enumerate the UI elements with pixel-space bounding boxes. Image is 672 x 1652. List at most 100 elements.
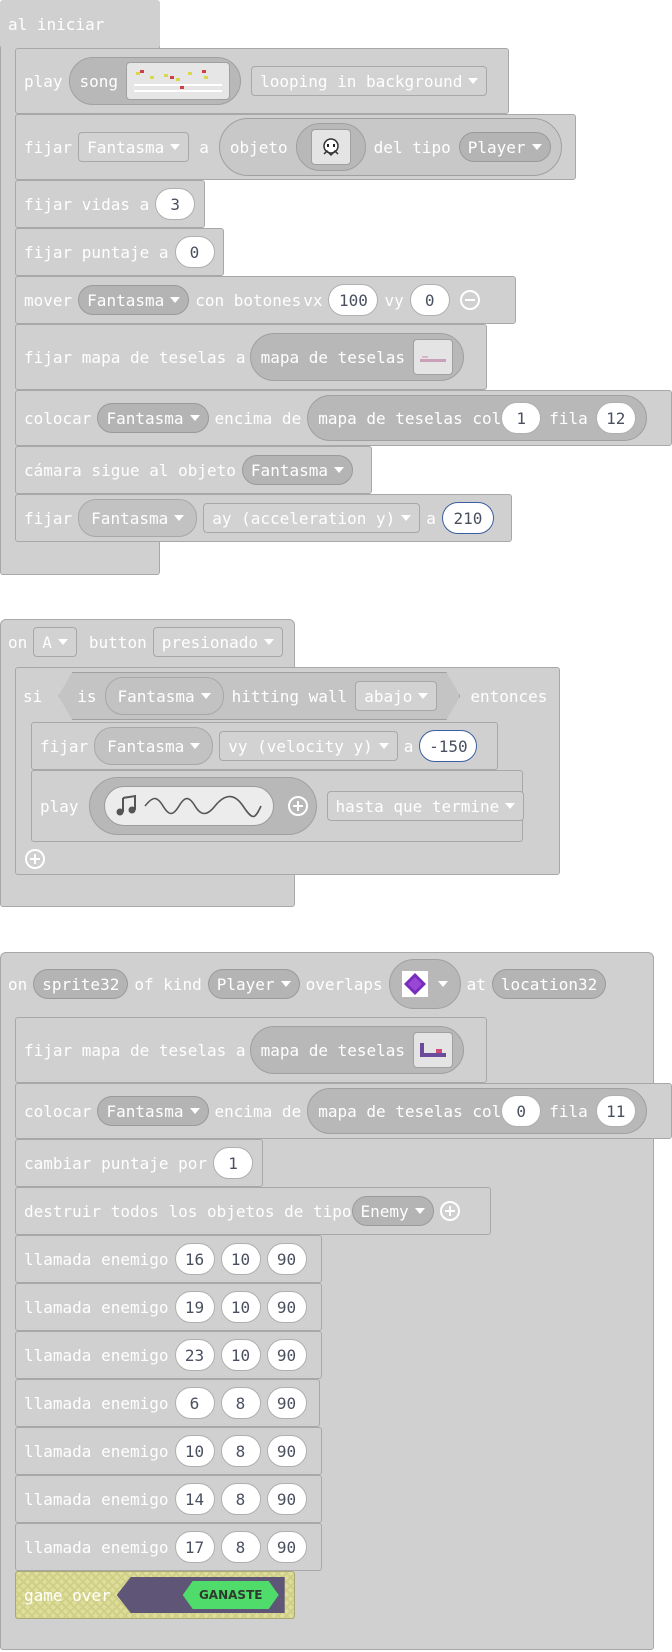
enemy-arg-2[interactable]: 8 xyxy=(220,1483,261,1515)
enemy-arg-2[interactable]: 10 xyxy=(220,1291,261,1323)
row-input[interactable]: 12 xyxy=(595,402,636,434)
camera-follow-block[interactable]: cámara sigue al objeto Fantasma xyxy=(15,446,372,494)
score-change-input[interactable]: 1 xyxy=(213,1147,254,1179)
sound-field[interactable] xyxy=(103,786,274,826)
velocity-property-dropdown[interactable]: vy (velocity y) xyxy=(219,731,398,761)
place-on-tile-block-2[interactable]: colocar Fantasma encima de mapa de tesel… xyxy=(15,1083,672,1139)
wall-direction-dropdown[interactable]: abajo xyxy=(355,681,437,711)
score-input[interactable]: 0 xyxy=(174,236,215,268)
song-thumbnail[interactable] xyxy=(126,62,231,100)
enemy-arg-1[interactable]: 19 xyxy=(174,1291,215,1323)
sprite-image-slot[interactable] xyxy=(295,123,366,171)
enemy-arg-3[interactable]: 90 xyxy=(266,1243,307,1275)
destroy-all-block[interactable]: destruir todos los objetos de tipo Enemy xyxy=(15,1187,491,1235)
set-acceleration-block[interactable]: fijar Fantasma ay (acceleration y) a 210 xyxy=(15,494,512,542)
enemy-arg-1[interactable]: 10 xyxy=(174,1435,215,1467)
enemy-arg-1[interactable]: 17 xyxy=(174,1531,215,1563)
win-banner[interactable]: GANASTE xyxy=(116,1577,285,1613)
overlap-kind-dropdown[interactable]: Player xyxy=(207,969,300,999)
sound-mode-dropdown[interactable]: hasta que termine xyxy=(326,791,525,821)
enemy-arg-2[interactable]: 8 xyxy=(220,1531,261,1563)
accel-property-dropdown[interactable]: ay (acceleration y) xyxy=(203,503,421,533)
sound-mode-value: hasta que termine xyxy=(335,796,500,816)
ghost-sprite-thumbnail[interactable] xyxy=(310,129,351,165)
move-sprite-dropdown[interactable]: Fantasma xyxy=(78,285,190,315)
call-enemy-block[interactable]: llamada enemigo 17 8 90 xyxy=(15,1523,322,1571)
tile-location-reporter[interactable]: mapa de teselas col 0 fila 11 xyxy=(307,1088,647,1134)
accel-sprite-dropdown[interactable]: Fantasma xyxy=(78,499,198,537)
tile-location-reporter[interactable]: mapa de teselas col 1 fila 12 xyxy=(307,395,647,441)
set-score-block[interactable]: fijar puntaje a 0 xyxy=(15,228,224,276)
vy-input[interactable]: 0 xyxy=(409,284,450,316)
col-input[interactable]: 1 xyxy=(501,402,542,434)
variable-dropdown[interactable]: Fantasma xyxy=(78,132,190,162)
add-param-icon[interactable] xyxy=(439,1201,460,1221)
camera-sprite-dropdown[interactable]: Fantasma xyxy=(241,455,353,485)
enemy-arg-1[interactable]: 16 xyxy=(174,1243,215,1275)
row-input[interactable]: 11 xyxy=(595,1095,636,1127)
call-enemy-block[interactable]: llamada enemigo 19 10 90 xyxy=(15,1283,322,1331)
enemy-arg-3[interactable]: 90 xyxy=(266,1531,307,1563)
velocity-sprite-dropdown[interactable]: Fantasma xyxy=(94,727,214,765)
enemy-arg-2[interactable]: 10 xyxy=(220,1243,261,1275)
tilemap-thumbnail[interactable] xyxy=(413,1032,454,1068)
enemy-arg-2[interactable]: 10 xyxy=(220,1339,261,1371)
enemy-arg-3[interactable]: 90 xyxy=(266,1387,307,1419)
kind-dropdown[interactable]: Player xyxy=(458,132,551,162)
vx-input[interactable]: 100 xyxy=(328,284,379,316)
set-sprite-block[interactable]: fijar Fantasma a objeto del tipo Player xyxy=(15,114,576,180)
set-lives-block[interactable]: fijar vidas a 3 xyxy=(15,180,205,228)
move-with-buttons-block[interactable]: mover Fantasma con botones vx 100 vy 0 xyxy=(15,276,516,324)
play-sound-block[interactable]: play hasta que termine xyxy=(31,770,525,842)
acceleration-input[interactable]: 210 xyxy=(441,502,494,534)
set-velocity-block[interactable]: fijar Fantasma vy (velocity y) a -150 xyxy=(31,722,498,770)
chevron-down-icon xyxy=(189,415,200,421)
condition-sprite-dropdown[interactable]: Fantasma xyxy=(105,677,224,715)
enemy-arg-1[interactable]: 14 xyxy=(174,1483,215,1515)
sprite-variable-param[interactable]: sprite32 xyxy=(33,969,129,999)
enemy-arg-3[interactable]: 90 xyxy=(266,1291,307,1323)
call-enemy-block[interactable]: llamada enemigo 23 10 90 xyxy=(15,1331,322,1379)
enemy-arg-3[interactable]: 90 xyxy=(266,1483,307,1515)
remove-param-icon[interactable] xyxy=(459,290,480,310)
set-tilemap-block[interactable]: fijar mapa de teselas a mapa de teselas xyxy=(15,324,487,390)
col-input[interactable]: 0 xyxy=(501,1095,542,1127)
play-song-block[interactable]: play song looping in background xyxy=(15,48,509,114)
call-enemy-block[interactable]: llamada enemigo 14 8 90 xyxy=(15,1475,322,1523)
location-variable-param[interactable]: location32 xyxy=(491,969,607,999)
hitting-wall-condition[interactable]: is Fantasma hitting wall abajo xyxy=(58,672,460,720)
game-over-block[interactable]: game over GANASTE xyxy=(15,1571,295,1619)
enemy-arg-3[interactable]: 90 xyxy=(266,1339,307,1371)
enemy-arg-1[interactable]: 23 xyxy=(174,1339,215,1371)
enemy-arg-1[interactable]: 6 xyxy=(174,1387,215,1419)
create-sprite-reporter[interactable]: objeto del tipo Player xyxy=(218,118,562,176)
tilemap-reporter[interactable]: mapa de teselas xyxy=(249,1026,465,1074)
set-tilemap-block-2[interactable]: fijar mapa de teselas a mapa de teselas xyxy=(15,1017,487,1083)
destroy-kind-dropdown[interactable]: Enemy xyxy=(351,1196,434,1226)
change-score-block[interactable]: cambiar puntaje por 1 xyxy=(15,1139,263,1187)
play-mode-dropdown[interactable]: looping in background xyxy=(251,66,488,96)
tilemap-reporter[interactable]: mapa de teselas xyxy=(249,333,465,381)
tilemap-preview-icon xyxy=(420,356,447,362)
button-dropdown[interactable]: A xyxy=(33,627,77,657)
sound-reporter[interactable] xyxy=(88,777,317,835)
enemy-arg-2[interactable]: 8 xyxy=(220,1387,261,1419)
enemy-arg-2[interactable]: 8 xyxy=(220,1435,261,1467)
tile-col-label: mapa de teselas col xyxy=(318,1101,502,1121)
with-buttons-label: con botones xyxy=(195,290,302,310)
enemy-arg-3[interactable]: 90 xyxy=(266,1435,307,1467)
button-event-dropdown[interactable]: presionado xyxy=(152,627,284,657)
call-enemy-block[interactable]: llamada enemigo 10 8 90 xyxy=(15,1427,322,1475)
lives-input[interactable]: 3 xyxy=(155,188,196,220)
place-on-tile-block[interactable]: colocar Fantasma encima de mapa de tesel… xyxy=(15,390,672,446)
call-enemy-block[interactable]: llamada enemigo 6 8 90 xyxy=(15,1379,320,1427)
velocity-input[interactable]: -150 xyxy=(419,730,478,762)
add-param-icon[interactable] xyxy=(287,796,308,816)
add-else-icon[interactable] xyxy=(25,849,45,869)
place-sprite-dropdown[interactable]: Fantasma xyxy=(97,403,209,433)
song-reporter[interactable]: song xyxy=(68,57,242,105)
tilemap-thumbnail[interactable] xyxy=(413,339,454,375)
place-sprite-dropdown[interactable]: Fantasma xyxy=(97,1096,209,1126)
tile-image-dropdown[interactable] xyxy=(388,959,461,1009)
call-enemy-block[interactable]: llamada enemigo 16 10 90 xyxy=(15,1235,322,1283)
